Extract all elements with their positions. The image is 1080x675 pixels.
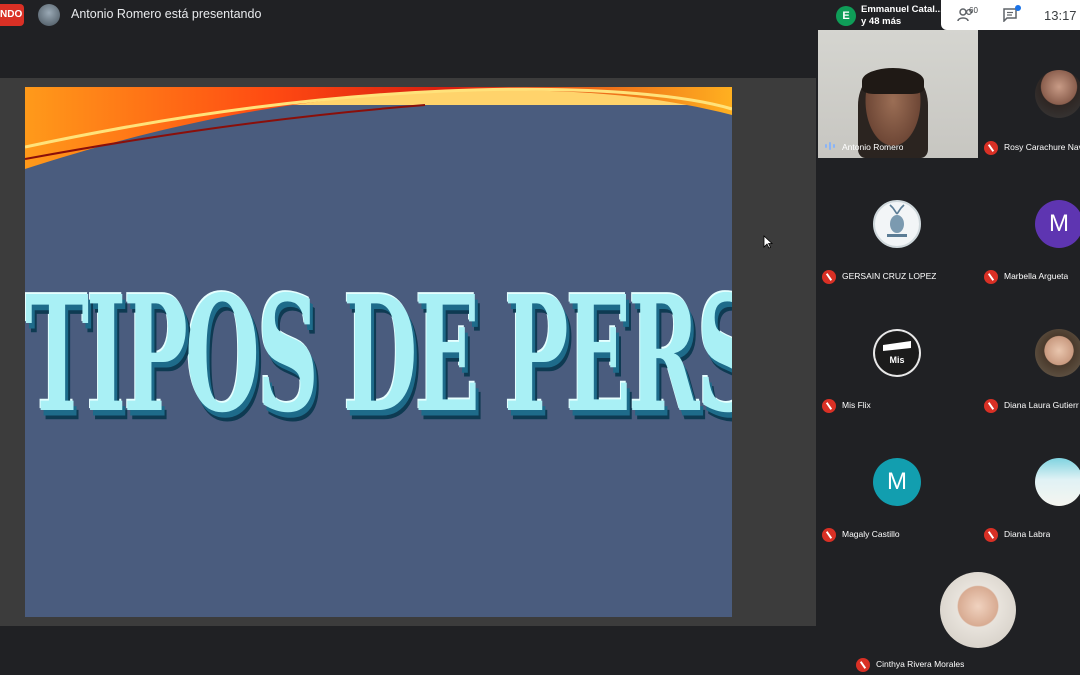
top-right-controls: 60 13:17 (941, 0, 1080, 30)
participant-tile[interactable]: M Marbella Argueta (980, 159, 1080, 287)
top-bar: NDO Antonio Romero está presentando E Em… (0, 0, 1080, 30)
mic-off-icon (984, 399, 998, 413)
presentation-stage: TIPOS DE PERSONALIDADES (0, 78, 816, 626)
chip-more: y 48 más (861, 16, 902, 27)
participant-avatar (1035, 329, 1080, 377)
chip-name: Emmanuel Catal... (861, 4, 943, 15)
mic-off-icon (984, 270, 998, 284)
mic-off-icon (822, 528, 836, 542)
participant-name: Mis Flix (842, 400, 871, 410)
deer-logo-icon (887, 204, 907, 237)
participant-name: Rosy Carachure Nav (1004, 142, 1080, 152)
presentation-slide: TIPOS DE PERSONALIDADES (25, 87, 732, 617)
participant-avatar: M (873, 458, 921, 506)
people-count: 60 (969, 6, 978, 15)
participant-avatar (1035, 70, 1080, 118)
mic-off-icon (984, 528, 998, 542)
participant-summary-chip[interactable]: E Emmanuel Catal... y 48 más (832, 2, 943, 30)
participant-name: Diana Labra (1004, 529, 1051, 539)
participant-tile[interactable]: GERSAIN CRUZ LOPEZ (818, 159, 978, 287)
svg-text:Mis: Mis (889, 355, 904, 365)
participant-tile[interactable]: Diana Laura Gutierr (980, 288, 1080, 416)
participant-name: Marbella Argueta (1004, 271, 1069, 281)
participant-avatar (873, 200, 921, 248)
participant-tile[interactable]: Mis Mis Flix (818, 288, 978, 416)
slide-decoration-wave (25, 87, 732, 169)
participant-avatar (1035, 458, 1080, 506)
slide-title: TIPOS DE PERSONALIDADES (25, 262, 732, 449)
participant-tile[interactable]: Antonio Romero (818, 30, 978, 158)
participant-name: Antonio Romero (842, 142, 904, 152)
participant-avatar (940, 572, 1016, 648)
participant-tile[interactable]: Cinthya Rivera Morales (852, 547, 1080, 675)
mic-off-icon (822, 399, 836, 413)
speaking-indicator-icon (825, 142, 835, 150)
mic-off-icon (984, 141, 998, 155)
participant-avatar: M (1035, 200, 1080, 248)
meet-window: NDO Antonio Romero está presentando E Em… (0, 0, 1080, 675)
recording-badge: NDO (0, 4, 24, 26)
mic-off-icon (856, 658, 870, 672)
participant-name: Magaly Castillo (842, 529, 900, 539)
presenter-avatar (38, 4, 60, 26)
participant-tile[interactable]: M Magaly Castillo (818, 417, 978, 545)
misflix-logo-icon: Mis (875, 331, 919, 375)
clock: 13:17 (1044, 8, 1077, 23)
participant-name: GERSAIN CRUZ LOPEZ (842, 271, 937, 281)
participant-name: Cinthya Rivera Morales (876, 659, 965, 669)
participant-avatar: Mis (873, 329, 921, 377)
participant-tile[interactable]: Diana Labra (980, 417, 1080, 545)
presenting-status: Antonio Romero está presentando (71, 7, 262, 21)
chip-avatar: E (836, 6, 856, 26)
mic-off-icon (822, 270, 836, 284)
mouse-cursor-icon (763, 235, 773, 249)
participant-tile[interactable]: Rosy Carachure Nav (980, 30, 1080, 158)
chat-notification-dot (1015, 5, 1021, 11)
participant-name: Diana Laura Gutierr (1004, 400, 1079, 410)
participant-video (818, 30, 978, 158)
